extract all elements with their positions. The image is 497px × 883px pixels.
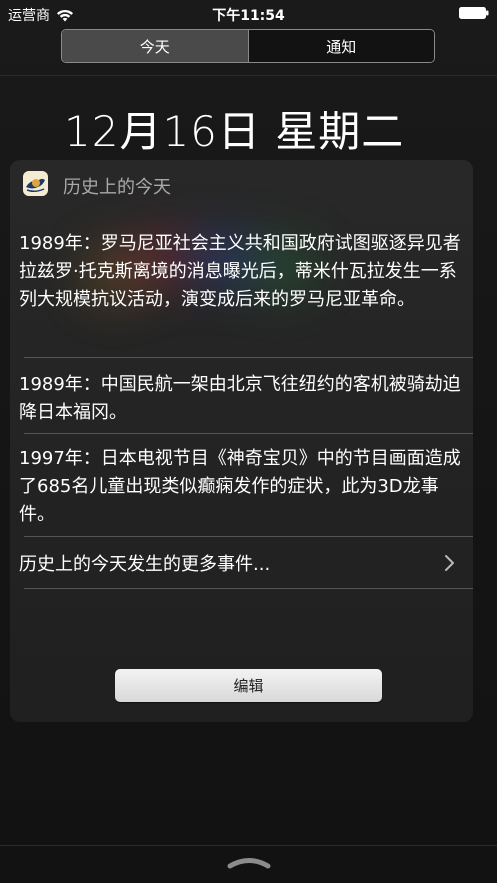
tab-today[interactable]: 今天 [62,30,249,62]
notification-center: 运营商 下午11:54 今天 通知 12月16日 星期二 历史上的今天 1989… [0,0,497,883]
tab-today-label: 今天 [139,37,170,56]
view-segmented-control: 今天 通知 [61,29,435,63]
row-divider [24,536,473,537]
more-events-link[interactable]: 历史上的今天发生的更多事件... [19,548,473,578]
event-item-2[interactable]: 1989年：中国民航一架由北京飞往纽约的客机被骑劫迫降日本福冈。 [19,371,465,427]
row-divider [24,588,473,589]
row-divider [24,357,473,358]
status-bar: 运营商 下午11:54 [0,0,497,26]
tab-notifications-label: 通知 [326,37,357,56]
edit-button-label: 编辑 [233,677,264,695]
footer-divider [0,845,497,846]
battery-icon [459,7,489,19]
event-item-1[interactable]: 1989年：罗马尼亚社会主义共和国政府试图驱逐异见者拉兹罗·托克斯离境的消息曝光… [19,230,465,314]
widget-header[interactable]: 历史上的今天 [10,160,473,204]
row-divider [24,433,473,434]
history-widget: 历史上的今天 1989年：罗马尼亚社会主义共和国政府试图驱逐异见者拉兹罗·托克斯… [10,160,473,722]
chevron-right-icon [445,555,454,571]
grabber-handle-icon[interactable] [227,855,271,869]
history-app-icon [23,171,48,196]
event-3-text: 1997年：日本电视节目《神奇宝贝》中的节目画面造成了685名儿童出现类似癫痫发… [19,448,461,525]
tab-notifications[interactable]: 通知 [248,30,434,62]
header-divider [0,75,497,76]
event-1-text: 1989年：罗马尼亚社会主义共和国政府试图驱逐异见者拉兹罗·托克斯离境的消息曝光… [19,233,461,310]
edit-button[interactable]: 编辑 [115,669,382,702]
status-time: 下午11:54 [212,8,285,24]
widget-title: 历史上的今天 [63,177,171,198]
event-item-3[interactable]: 1997年：日本电视节目《神奇宝贝》中的节目画面造成了685名儿童出现类似癫痫发… [19,445,465,529]
event-2-text: 1989年：中国民航一架由北京飞往纽约的客机被骑劫迫降日本福冈。 [19,374,461,423]
more-events-label: 历史上的今天发生的更多事件... [19,554,271,575]
date-title: 12月16日 星期二 [64,107,405,156]
